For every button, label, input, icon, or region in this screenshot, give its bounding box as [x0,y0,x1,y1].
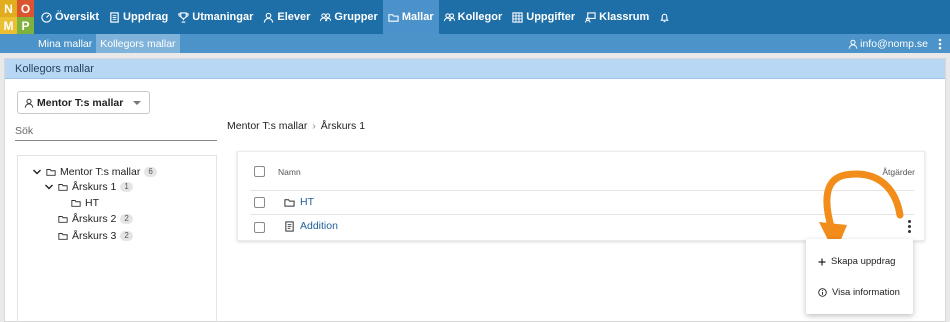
menu-item-label: Skapa uppdrag [831,256,896,267]
nav-label: Uppdrag [123,11,169,23]
document-icon [110,11,119,23]
logo-letter-m: M [0,17,17,34]
nav-label: Klassrum [599,11,650,23]
nav-item-uppdrag[interactable]: Uppdrag [104,0,173,34]
classroom-icon [585,11,596,23]
nav-item-mallar[interactable]: Mallar [382,0,439,34]
main-nav: Översikt Uppdrag Utmaningar Elever Grupp… [36,0,675,34]
nav-item-klassrum[interactable]: Klassrum [580,0,654,34]
dashboard-icon [41,11,52,23]
breadcrumb-current: Årskurs 1 [320,120,366,132]
breadcrumb: Mentor T:s mallar › Årskurs 1 [227,120,365,132]
nav-item-grupper[interactable]: Grupper [315,0,382,34]
section-title: Kollegors mallar [5,59,945,79]
trophy-icon [178,11,189,23]
nav-label: Översikt [55,11,100,23]
caret-down-icon [133,101,141,105]
user-icon [24,98,34,108]
tree-count-badge: 6 [144,167,157,177]
nav-item-kollegor[interactable]: Kollegor [439,0,508,34]
plus-icon [818,258,826,265]
tree-node-label: Årskurs 2 [72,213,117,225]
notifications-button[interactable] [654,0,675,34]
logo-letter-o: O [17,0,34,17]
bell-icon [660,13,670,22]
sub-navigation-bar: Mina mallar Kollegors mallar info@nomp.s… [0,34,950,53]
menu-item-label: Visa information [832,287,900,298]
tree-node-arskurs-3[interactable]: Årskurs 3 2 [58,229,133,243]
template-icon [285,220,294,232]
users-icon [320,12,332,21]
chevron-down-icon[interactable] [44,182,54,192]
nav-item-elever[interactable]: Elever [258,0,315,34]
tab-kollegors-mallar[interactable]: Kollegors mallar [96,34,180,53]
folder-icon [58,233,68,240]
nav-item-uppgifter[interactable]: Uppgifter [507,0,580,34]
tree-node-root[interactable]: Mentor T:s mallar 6 [32,165,157,179]
tab-mina-mallar[interactable]: Mina mallar [34,34,96,53]
tree-node-arskurs-1[interactable]: Årskurs 1 1 [44,180,133,194]
search-input[interactable] [15,122,217,141]
folder-icon [71,200,81,207]
nav-label: Mallar [401,11,434,23]
row-name-link[interactable]: HT [300,196,314,208]
top-navigation-bar: N O M P Översikt Uppdrag Utmaningar Elev… [0,0,950,34]
menu-item-visa-information[interactable]: Visa information [818,287,900,298]
more-vertical-icon[interactable] [938,38,942,50]
nav-item-utmaningar[interactable]: Utmaningar [173,0,258,34]
user-icon [848,39,858,49]
nav-label: Elever [277,11,311,23]
nomp-logo[interactable]: N O M P [0,0,34,34]
folder-icon [46,169,56,176]
folder-icon [58,184,68,191]
menu-item-skapa-uppdrag[interactable]: Skapa uppdrag [818,256,895,267]
tree-node-label: Årskurs 1 [72,181,117,193]
nav-label: Utmaningar [192,11,254,23]
tree-node-ht[interactable]: HT [71,196,99,210]
table-row-ht[interactable]: HT [284,196,314,208]
tree-node-label: HT [85,197,99,209]
tree-node-label: Mentor T:s mallar [60,166,141,178]
tree-count-badge: 1 [120,182,133,192]
nav-item-oversikt[interactable]: Översikt [36,0,104,34]
breadcrumb-root[interactable]: Mentor T:s mallar [227,120,307,132]
table-row-addition[interactable]: Addition [284,220,338,232]
row-checkbox[interactable] [254,222,265,233]
users-icon [443,12,455,21]
logo-letter-p: P [17,17,34,34]
nav-label: Uppgifter [526,11,576,23]
colleague-select-value: Mentor T:s mallar [37,96,124,109]
select-all-checkbox[interactable] [254,166,265,177]
row-name-link[interactable]: Addition [300,220,338,232]
nav-label: Kollegor [457,11,503,23]
chevron-down-icon[interactable] [32,167,42,177]
tree-node-arskurs-2[interactable]: Årskurs 2 2 [58,212,133,226]
folder-tree: Mentor T:s mallar 6 Årskurs 1 1 HT Årsku… [17,155,217,322]
tree-count-badge: 2 [120,231,133,241]
chevron-right-icon: › [312,120,316,132]
colleague-select[interactable]: Mentor T:s mallar [17,91,150,114]
user-icon [264,12,274,23]
row-context-menu: Skapa uppdrag Visa information [806,239,913,314]
folder-icon [388,13,399,22]
account-area: info@nomp.se [848,34,942,53]
logo-letter-n: N [0,0,17,17]
tree-node-label: Årskurs 3 [72,230,117,242]
user-menu[interactable]: info@nomp.se [848,38,928,50]
tree-count-badge: 2 [120,214,133,224]
info-icon [818,288,827,297]
folder-icon [58,216,68,223]
user-email: info@nomp.se [860,37,928,50]
folder-icon [284,198,295,207]
row-checkbox[interactable] [254,197,265,208]
column-header-name: Namn [278,167,301,177]
nav-label: Grupper [334,11,378,23]
grid-icon [512,11,523,23]
